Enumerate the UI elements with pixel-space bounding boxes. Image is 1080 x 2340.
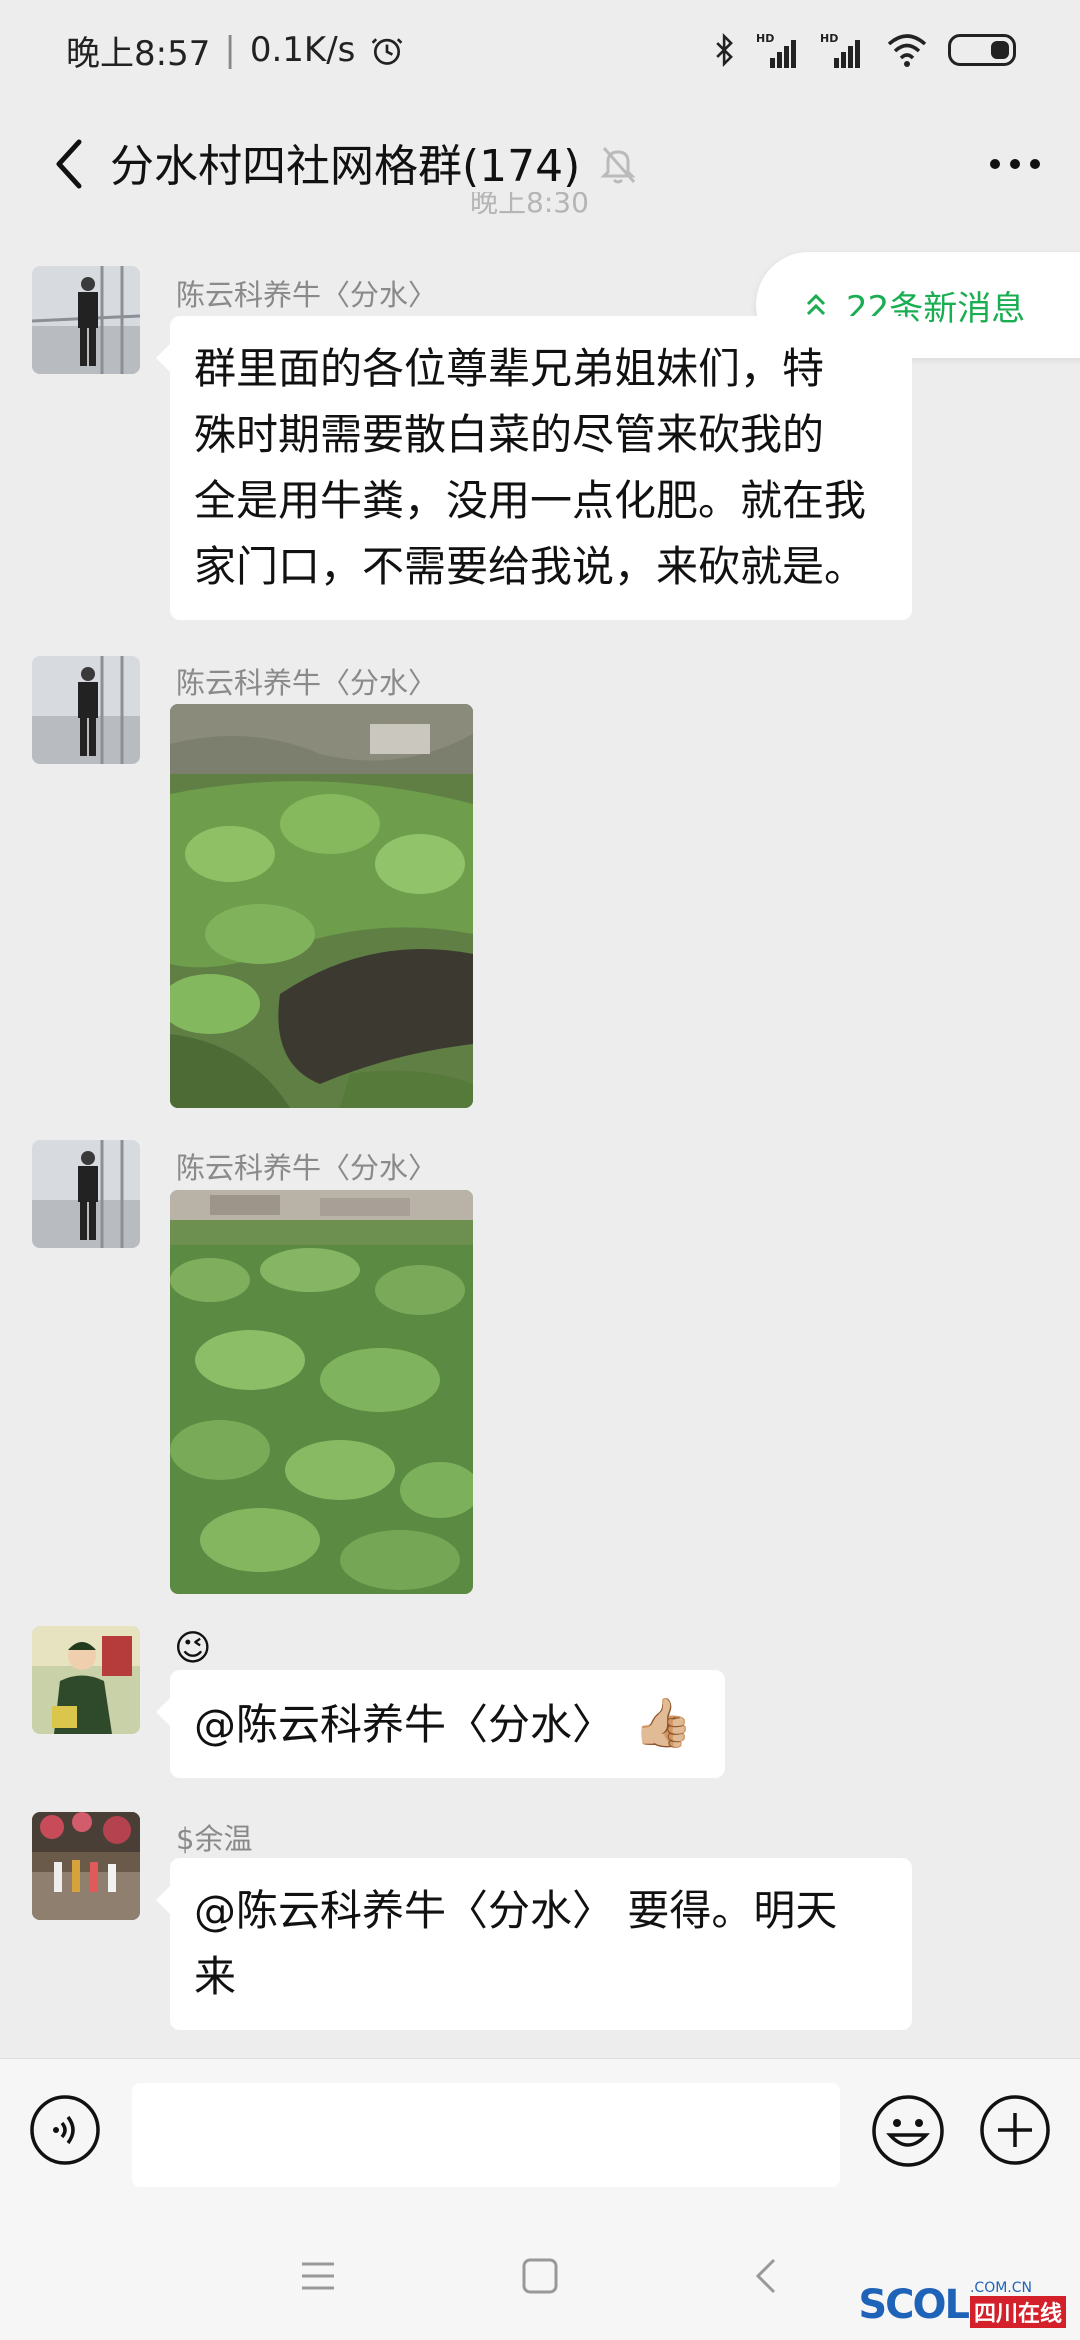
- input-bar: [0, 2058, 1080, 2210]
- bell-muted-icon: [600, 147, 636, 184]
- sender-name: 陈云科养牛〈分水〉: [176, 666, 438, 700]
- chat-title[interactable]: 分水村四社网格群(174): [110, 130, 580, 194]
- cabbage-field-photo: [170, 704, 473, 1108]
- watermark-logo: SCOL: [858, 2282, 970, 2328]
- watermark-right: .COM.CN 四川在线: [969, 2280, 1066, 2328]
- cabbage-field-photo: [170, 1190, 473, 1594]
- message-bubble[interactable]: 群里面的各位尊辈兄弟姐妹们，特 殊时期需要散白菜的尽管来砍我的 全是用牛粪，没用…: [156, 316, 912, 620]
- home-square-icon[interactable]: [518, 2254, 562, 2298]
- avatar[interactable]: [32, 266, 140, 374]
- avatar-photo: [32, 266, 140, 374]
- double-chevron-up-icon: [806, 293, 826, 316]
- network-speed: 0.1K/s: [249, 30, 356, 70]
- svg-text:HD: HD: [756, 32, 774, 45]
- signal-2-icon: HD: [820, 32, 860, 68]
- status-right: HD HD: [712, 30, 1016, 70]
- message-line: 群里面的各位尊辈兄弟姐妹们，特: [194, 344, 825, 393]
- status-separator: |: [224, 30, 236, 70]
- message-bubble[interactable]: @陈云科养牛〈分水〉 👍🏼: [156, 1670, 725, 1778]
- avatar-photo: [32, 1140, 140, 1248]
- bluetooth-icon: [716, 32, 733, 68]
- sender-name: 陈云科养牛〈分水〉: [176, 278, 438, 312]
- more-button[interactable]: [980, 134, 1050, 194]
- watermark-domain: .COM.CN: [969, 2280, 1033, 2296]
- image-message[interactable]: [170, 1190, 473, 1594]
- partial-timestamp: 晚上8:30: [470, 192, 589, 214]
- avatar-photo: [32, 1626, 140, 1734]
- image-message[interactable]: [170, 704, 473, 1108]
- avatar[interactable]: [32, 1812, 140, 1920]
- message-text: @陈云科养牛〈分水〉: [194, 1700, 615, 1749]
- wifi-icon: [887, 34, 927, 67]
- thumbs-up-emoji: 👍🏼: [633, 1695, 694, 1751]
- message-line: 家门口，不需要给我说，来砍就是。: [194, 542, 867, 591]
- svg-text:HD: HD: [820, 32, 838, 45]
- more-dots-icon: [990, 159, 1040, 169]
- status-bar: 晚上8:57 | 0.1K/s HD HD: [0, 0, 1080, 100]
- watermark-chinese: 四川在线: [969, 2296, 1066, 2328]
- message-line: 全是用牛粪，没用一点化肥。就在我: [194, 476, 867, 525]
- sender-emoji: 😉: [174, 1628, 212, 1669]
- voice-icon[interactable]: [28, 2093, 102, 2167]
- plus-circle-icon[interactable]: [978, 2093, 1052, 2167]
- status-time: 晚上8:57: [66, 33, 211, 74]
- sender-name: 陈云科养牛〈分水〉: [176, 1151, 438, 1185]
- battery-icon: [948, 34, 1016, 66]
- back-triangle-icon[interactable]: [746, 2254, 790, 2298]
- alarm-icon: [372, 38, 403, 65]
- menu-icon[interactable]: [296, 2254, 340, 2298]
- avatar[interactable]: [32, 1140, 140, 1248]
- message-line: @陈云科养牛〈分水〉 要得。明天: [194, 1886, 838, 1935]
- scol-watermark: SCOL .COM.CN 四川在线: [858, 2280, 1066, 2328]
- message-line: 殊时期需要散白菜的尽管来砍我的: [194, 410, 825, 459]
- message-input[interactable]: [132, 2083, 840, 2187]
- avatar[interactable]: [32, 1626, 140, 1734]
- emoji-smile-icon[interactable]: [870, 2093, 946, 2169]
- avatar-photo: [32, 1812, 140, 1920]
- message-line: 来: [194, 1952, 237, 2001]
- avatar[interactable]: [32, 656, 140, 764]
- message-bubble[interactable]: @陈云科养牛〈分水〉 要得。明天 来: [156, 1858, 912, 2030]
- back-button[interactable]: [34, 126, 104, 202]
- status-left: 晚上8:57 | 0.1K/s: [66, 26, 405, 75]
- signal-1-icon: HD: [756, 32, 796, 68]
- sender-name: $余温: [176, 1822, 253, 1856]
- chevron-left-icon: [56, 139, 82, 189]
- avatar-photo: [32, 656, 140, 764]
